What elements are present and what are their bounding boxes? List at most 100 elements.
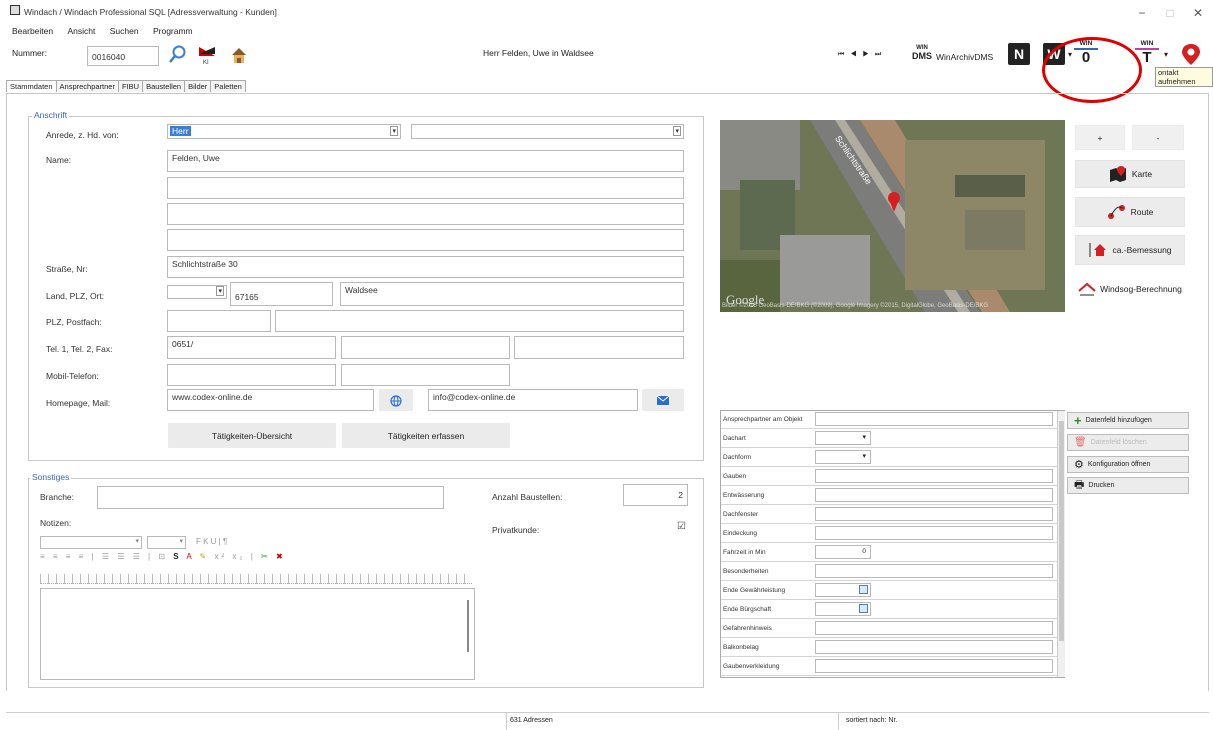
name-label: Name: [46, 155, 72, 165]
zoom-in-button[interactable]: + [1075, 125, 1125, 150]
search-icon[interactable] [168, 44, 188, 64]
bemessung-button[interactable]: ca.-Bemessung [1075, 235, 1185, 265]
mobil-input-1[interactable] [167, 364, 336, 386]
mail-button[interactable] [642, 389, 684, 411]
title-bar: Windach / Windach Professional SQL [Adre… [0, 0, 1213, 26]
last-record-button[interactable]: ⏭ [875, 51, 887, 58]
font-select[interactable]: ▾ [40, 536, 142, 549]
homepage-input[interactable]: www.codex-online.de [167, 389, 374, 411]
chevron-down-icon: ▾ [862, 434, 866, 441]
mail-input[interactable]: info@codex-online.de [428, 389, 638, 411]
chevron-down-icon: ▾ [862, 453, 866, 460]
plz-input[interactable]: 67165 [230, 282, 333, 306]
grid-row-label: Dachart [723, 435, 746, 442]
add-field-button[interactable]: + Datenfeld hinzufügen [1067, 412, 1189, 429]
fax-input[interactable] [514, 336, 684, 359]
grid-row: Dachform ▾ [721, 449, 1057, 467]
onenote-icon[interactable]: N [1008, 43, 1030, 65]
map-credits: Bilder ©2015 GeoBasis-DE/BKG (©2009), Go… [722, 303, 989, 309]
privatkunde-checkbox[interactable]: ☑ [677, 521, 686, 532]
windsog-button[interactable]: Windsog-Berechnung [1075, 274, 1185, 304]
mobil-input-2[interactable] [341, 364, 510, 386]
tab-bilder[interactable]: Bilder [184, 80, 212, 92]
tab-ansprechpartner[interactable]: Ansprechpartner [55, 80, 119, 92]
map-icon [1109, 166, 1126, 182]
format-toolbar[interactable]: F K U | ¶ [196, 537, 227, 546]
tab-paletten[interactable]: Paletten [210, 80, 246, 92]
kontakt-aufnehmen-label[interactable]: ontakt aufnehmen [1155, 67, 1213, 87]
menu-bearbeiten[interactable]: Bearbeiten [12, 26, 53, 36]
grid-row-value[interactable]: ▾ [815, 431, 871, 445]
tab-baustellen[interactable]: Baustellen [142, 80, 186, 92]
header-customer-name: Herr Felden, Uwe in Waldsee [483, 48, 594, 58]
grid-row-value[interactable] [815, 659, 1053, 673]
next-record-button[interactable]: ▶ [863, 51, 875, 58]
grid-row-value[interactable]: ▾ [815, 450, 871, 464]
grid-row-value[interactable] [815, 412, 1053, 426]
ort-input[interactable]: Waldsee [340, 282, 684, 306]
name-input-1[interactable]: Felden, Uwe [167, 150, 684, 172]
taetigkeiten-erfassen-button[interactable]: Tätigkeiten erfassen [342, 423, 510, 448]
grid-row-value[interactable] [815, 469, 1053, 483]
name-input-4[interactable] [167, 229, 684, 251]
zoom-out-button[interactable]: - [1132, 125, 1184, 150]
house-icon[interactable] [230, 46, 248, 64]
tab-stammdaten[interactable]: Stammdaten [6, 80, 57, 92]
grid-scrollbar[interactable] [1057, 411, 1065, 677]
grid-row-value[interactable] [815, 526, 1053, 540]
tel1-input[interactable]: 0651/ [167, 336, 336, 359]
menu-ansicht[interactable]: Ansicht [68, 26, 96, 36]
win-dms-icon[interactable]: WIN DMS [910, 44, 934, 66]
grid-row-value[interactable] [815, 583, 871, 597]
map-view[interactable]: Schlichtstraße Google Bilder ©2015 GeoBa… [720, 120, 1065, 312]
first-record-button[interactable]: ⏮ [838, 51, 850, 58]
delete-field-button[interactable]: 🗑 Datenfeld löschen [1067, 434, 1189, 451]
calendar-icon[interactable] [859, 585, 868, 594]
tab-fibu[interactable]: FIBU [117, 80, 144, 92]
grid-row-value[interactable] [815, 602, 871, 616]
grid-row-value[interactable]: 0 [815, 545, 871, 559]
grid-row-label: Besonderheiten [723, 568, 769, 575]
name-input-2[interactable] [167, 177, 684, 199]
grid-row-value[interactable] [815, 507, 1053, 521]
config-button[interactable]: ⚙ Konfiguration öffnen [1067, 456, 1189, 473]
close-button[interactable]: ✕ [1186, 4, 1210, 22]
font-size-select[interactable]: ▾ [147, 536, 186, 549]
map-pin-icon[interactable] [1178, 42, 1204, 66]
chevron-down-icon[interactable]: ▾ [1164, 50, 1168, 59]
grid-row-label: Gauben [723, 473, 747, 480]
grid-row-value[interactable] [815, 488, 1053, 502]
postfach-plz-input[interactable] [167, 310, 271, 332]
route-button[interactable]: Route [1075, 197, 1185, 227]
branche-input[interactable] [97, 486, 444, 509]
editor-toolbar-icons[interactable]: ≡ ≡ ≡ ≡ | ☰ ☰ ☰ | ⊡ S A ✎ x² x₂ | ✂ ✖ [40, 552, 286, 561]
calendar-icon[interactable] [859, 604, 868, 613]
minimize-button[interactable]: − [1130, 4, 1154, 22]
ki-icon[interactable]: KI [196, 44, 218, 66]
grid-row-value[interactable] [815, 640, 1053, 654]
nummer-input[interactable]: 0016040 [87, 46, 159, 66]
prev-record-button[interactable]: ◀ [850, 51, 862, 58]
delete-field-label: Datenfeld löschen [1090, 439, 1147, 446]
notizen-editor[interactable] [40, 588, 475, 680]
grid-row-value[interactable] [815, 621, 1053, 635]
globe-button[interactable] [379, 389, 413, 411]
taetigkeiten-uebersicht-button[interactable]: Tätigkeiten-Übersicht [168, 423, 336, 448]
strasse-input[interactable]: Schlichtstraße 30 [167, 256, 684, 278]
maximize-button[interactable]: □ [1158, 4, 1182, 22]
menu-suchen[interactable]: Suchen [110, 26, 139, 36]
karte-button[interactable]: Karte [1075, 160, 1185, 188]
grid-row-value[interactable] [815, 564, 1053, 578]
property-grid: Ansprechpartner am Objekt Dachart ▾ Dachfor… [720, 410, 1065, 678]
winarchivdms-button[interactable]: WinArchivDMS [936, 52, 993, 62]
menu-programm[interactable]: Programm [153, 26, 193, 36]
zhd-select[interactable]: ▾ [411, 124, 684, 139]
name-input-3[interactable] [167, 203, 684, 225]
editor-scrollbar[interactable] [467, 600, 469, 652]
grid-row: Dachart ▾ [721, 430, 1057, 448]
tel2-input[interactable] [341, 336, 510, 359]
land-select[interactable]: ▾ [167, 285, 227, 299]
anrede-select[interactable]: Herr ▾ [167, 124, 401, 139]
print-button[interactable]: 🖶 Drucken [1067, 477, 1189, 494]
postfach-input[interactable] [275, 310, 684, 332]
